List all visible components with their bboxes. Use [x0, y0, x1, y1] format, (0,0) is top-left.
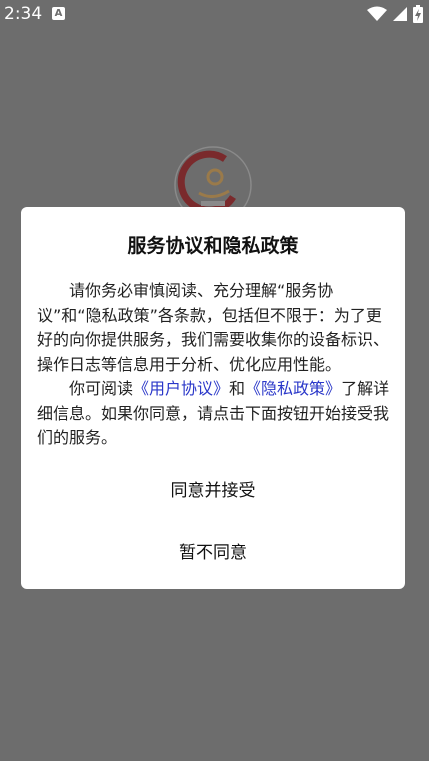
agree-button[interactable]: 同意并接受 [21, 476, 405, 501]
paragraph-1: 请你务必审慎阅读、充分理解“服务协议”和“隐私政策”各条款，包括但不限于：为了更… [37, 281, 390, 374]
app-notification-icon: A [52, 7, 65, 20]
wifi-icon [367, 6, 387, 21]
disagree-button[interactable]: 暂不同意 [21, 538, 405, 563]
privacy-dialog: 服务协议和隐私政策 请你务必审慎阅读、充分理解“服务协议”和“隐私政策”各条款，… [21, 207, 405, 589]
status-bar: 2:34 A [0, 0, 429, 28]
signal-icon [393, 7, 407, 21]
user-agreement-link[interactable]: 《用户协议》 [133, 379, 229, 398]
dialog-title: 服务协议和隐私政策 [127, 235, 299, 257]
paragraph-2-prefix: 你可阅读 [69, 379, 134, 398]
and-text: 和 [229, 379, 246, 398]
dialog-body: 请你务必审慎阅读、充分理解“服务协议”和“隐私政策”各条款，包括但不限于：为了更… [37, 279, 391, 451]
paragraph-2: 你可阅读《用户协议》和《隐私政策》了解详细信息。如果你同意，请点击下面按钮开始接… [37, 377, 391, 451]
status-time: 2:34 [4, 4, 43, 24]
battery-charging-icon [413, 5, 423, 23]
privacy-policy-link[interactable]: 《隐私政策》 [245, 379, 341, 398]
status-icons [367, 5, 423, 23]
